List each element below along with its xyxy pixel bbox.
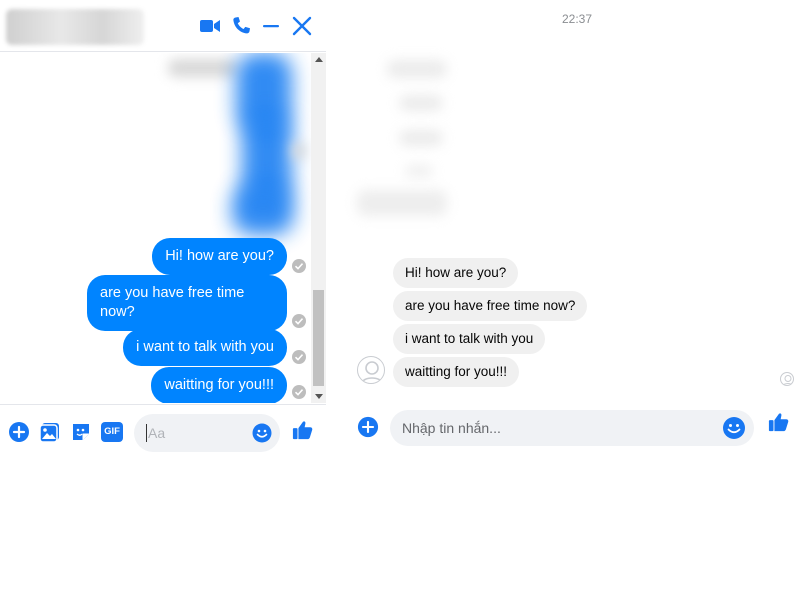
message-text: Hi! how are you? xyxy=(165,248,274,264)
phone-call-icon[interactable] xyxy=(229,14,253,38)
close-icon[interactable] xyxy=(290,14,314,38)
blurred-message xyxy=(168,59,238,77)
blurred-message xyxy=(399,130,443,146)
minimize-icon[interactable] xyxy=(259,14,283,38)
scroll-down-arrow-icon[interactable] xyxy=(315,394,323,399)
message-text: Hi! how are you? xyxy=(405,265,507,280)
avatar[interactable] xyxy=(357,356,385,384)
blurred-message xyxy=(405,165,433,177)
sticker-icon[interactable] xyxy=(70,421,92,443)
message-bubble-outgoing[interactable]: are you have free time now? xyxy=(87,275,287,331)
like-icon[interactable] xyxy=(768,411,798,441)
chat-header xyxy=(0,0,326,52)
photo-icon[interactable] xyxy=(39,421,61,443)
conversation-pane: 22:37 Hi! how are you? are you have free… xyxy=(327,0,800,460)
text-caret xyxy=(146,424,147,442)
message-text: are you have free time now? xyxy=(100,285,245,320)
message-bubble-outgoing[interactable]: i want to talk with you xyxy=(123,329,287,366)
gif-icon[interactable]: GIF xyxy=(101,421,125,443)
message-bubble-outgoing[interactable]: Hi! how are you? xyxy=(152,238,287,275)
seen-avatar xyxy=(780,372,794,386)
video-call-icon[interactable] xyxy=(198,14,222,38)
scroll-thumb[interactable] xyxy=(313,290,324,386)
blurred-message xyxy=(232,183,294,235)
blurred-message xyxy=(357,190,447,216)
message-bubble-incoming[interactable]: Hi! how are you? xyxy=(393,258,519,288)
contact-name-blurred[interactable] xyxy=(6,9,144,45)
add-icon[interactable] xyxy=(8,421,30,443)
message-input-placeholder: Nhập tin nhắn... xyxy=(402,420,501,436)
message-bubble-incoming[interactable]: are you have free time now? xyxy=(393,291,588,321)
seen-check-icon xyxy=(292,385,306,399)
message-bubble-incoming[interactable]: waitting for you!!! xyxy=(393,357,520,387)
gif-label: GIF xyxy=(101,422,123,442)
message-text: waitting for you!!! xyxy=(405,364,508,379)
blurred-seen xyxy=(292,143,306,159)
add-icon[interactable] xyxy=(357,416,381,440)
message-text: i want to talk with you xyxy=(136,339,274,355)
message-input-placeholder: Aa xyxy=(148,425,166,441)
composer-bar: GIF Aa xyxy=(0,404,326,460)
emoji-icon[interactable] xyxy=(722,416,746,440)
blurred-message xyxy=(387,60,447,78)
scroll-up-arrow-icon[interactable] xyxy=(315,57,323,62)
message-list-scrollbar[interactable] xyxy=(311,53,326,403)
message-input[interactable]: Nhập tin nhắn... xyxy=(390,410,754,446)
like-icon[interactable] xyxy=(292,419,316,443)
message-text: waitting for you!!! xyxy=(164,377,274,393)
message-text: i want to talk with you xyxy=(405,331,534,346)
chat-popup-window: Hi! how are you? are you have free time … xyxy=(0,0,326,460)
seen-check-icon xyxy=(292,314,306,328)
message-input[interactable]: Aa xyxy=(134,414,280,452)
emoji-icon[interactable] xyxy=(252,423,272,443)
message-bubble-outgoing[interactable]: waitting for you!!! xyxy=(151,367,287,403)
seen-check-icon xyxy=(292,259,306,273)
seen-check-icon xyxy=(292,350,306,364)
message-list[interactable]: Hi! how are you? are you have free time … xyxy=(0,53,311,403)
message-bubble-incoming[interactable]: i want to talk with you xyxy=(393,324,546,354)
message-timestamp: 22:37 xyxy=(561,12,593,26)
message-text: are you have free time now? xyxy=(405,298,576,313)
blurred-message xyxy=(399,95,443,111)
